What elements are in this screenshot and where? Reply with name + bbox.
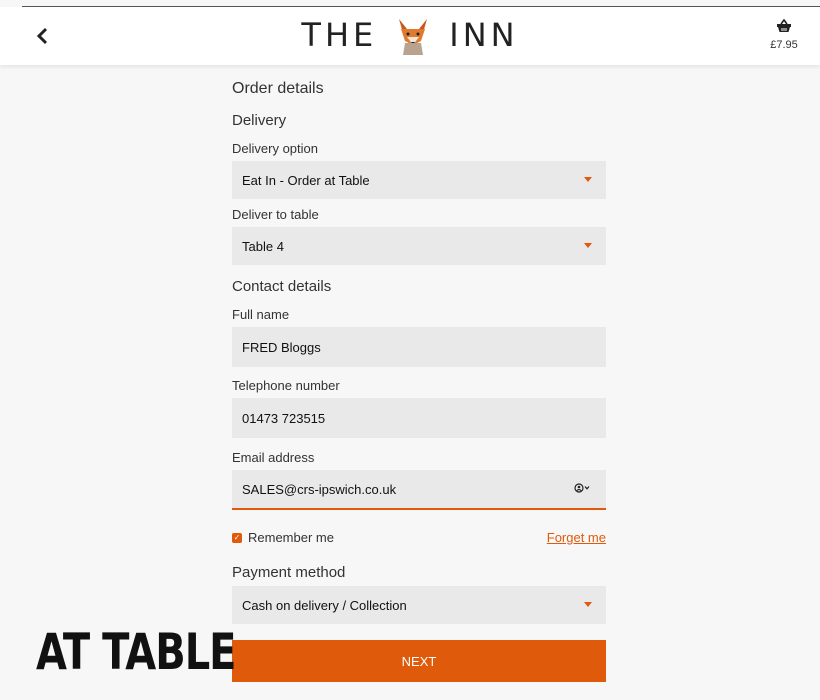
delivery-option-select[interactable]: Eat In - Order at Table xyxy=(232,161,606,199)
payment-method-value: Cash on delivery / Collection xyxy=(242,597,407,613)
deliver-to-table-label: Deliver to table xyxy=(232,207,319,222)
telephone-label: Telephone number xyxy=(232,378,340,393)
email-field[interactable]: SALES@crs-ipswich.co.uk xyxy=(232,470,606,510)
dropdown-caret-icon xyxy=(584,243,592,248)
app-header: THE INN £7.95 xyxy=(0,7,820,65)
dropdown-caret-icon xyxy=(584,602,592,607)
basket-button[interactable]: £7.95 xyxy=(764,18,804,51)
full-name-field[interactable]: FRED Bloggs xyxy=(232,327,606,367)
contact-heading: Contact details xyxy=(232,278,332,295)
fox-logo-icon xyxy=(399,19,428,55)
payment-method-select[interactable]: Cash on delivery / Collection xyxy=(232,586,606,624)
at-table-caption: AT TABLE xyxy=(36,624,236,682)
logo-text-right: INN xyxy=(449,16,519,54)
telephone-value: 01473 723515 xyxy=(242,410,326,426)
payment-heading: Payment method xyxy=(232,564,346,581)
deliver-to-table-select[interactable]: Table 4 xyxy=(232,227,606,265)
delivery-option-value: Eat In - Order at Table xyxy=(242,172,370,188)
remember-me-toggle[interactable]: ✓ Remember me xyxy=(232,530,334,545)
full-name-label: Full name xyxy=(232,307,290,322)
page-title: Order details xyxy=(232,80,324,97)
basket-icon xyxy=(777,18,791,32)
brand-logo: THE INN xyxy=(0,15,820,55)
account-circle-icon xyxy=(574,482,590,493)
basket-price: £7.95 xyxy=(770,39,798,51)
remember-me-label: Remember me xyxy=(248,530,334,545)
telephone-field[interactable]: 01473 723515 xyxy=(232,398,606,438)
email-label: Email address xyxy=(232,450,315,465)
delivery-heading: Delivery xyxy=(232,112,287,129)
email-value: SALES@crs-ipswich.co.uk xyxy=(242,481,397,497)
delivery-option-label: Delivery option xyxy=(232,141,318,156)
dropdown-caret-icon xyxy=(584,177,592,182)
logo-text-left: THE xyxy=(301,16,378,54)
account-autofill-icon[interactable] xyxy=(574,482,592,496)
next-button[interactable]: NEXT xyxy=(232,640,606,682)
checkbox-checked-icon[interactable]: ✓ xyxy=(232,532,242,543)
full-name-value: FRED Bloggs xyxy=(242,339,321,355)
forget-me-link[interactable]: Forget me xyxy=(547,530,606,545)
deliver-to-table-value: Table 4 xyxy=(242,238,284,254)
